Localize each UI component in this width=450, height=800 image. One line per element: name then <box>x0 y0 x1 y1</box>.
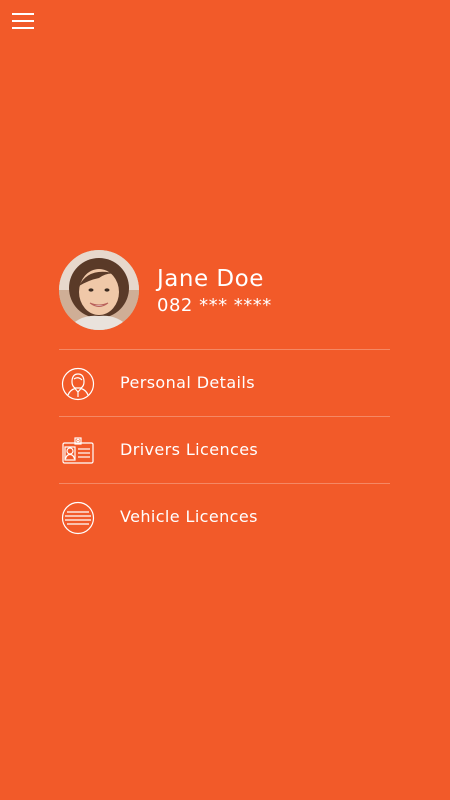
profile-header: Jane Doe 082 *** **** <box>59 250 389 330</box>
person-icon <box>61 367 95 401</box>
menu-item-label: Vehicle Licences <box>120 507 258 526</box>
profile-phone: 082 *** **** <box>157 295 272 316</box>
user-photo-avatar <box>59 250 139 330</box>
hamburger-menu-button[interactable] <box>12 12 36 30</box>
hamburger-menu-icon <box>12 13 34 29</box>
profile-name: Jane Doe <box>157 266 264 292</box>
menu-item-drivers-licences[interactable]: Drivers Licences <box>59 417 390 483</box>
license-disc-icon <box>61 501 95 535</box>
menu-item-label: Personal Details <box>120 373 255 392</box>
menu-list: Personal Details Drivers Licences Vehicl… <box>59 349 390 550</box>
id-card-icon <box>61 434 95 468</box>
menu-item-personal-details[interactable]: Personal Details <box>59 350 390 416</box>
avatar[interactable] <box>59 250 139 330</box>
menu-item-label: Drivers Licences <box>120 440 259 459</box>
menu-item-vehicle-licences[interactable]: Vehicle Licences <box>59 484 390 550</box>
